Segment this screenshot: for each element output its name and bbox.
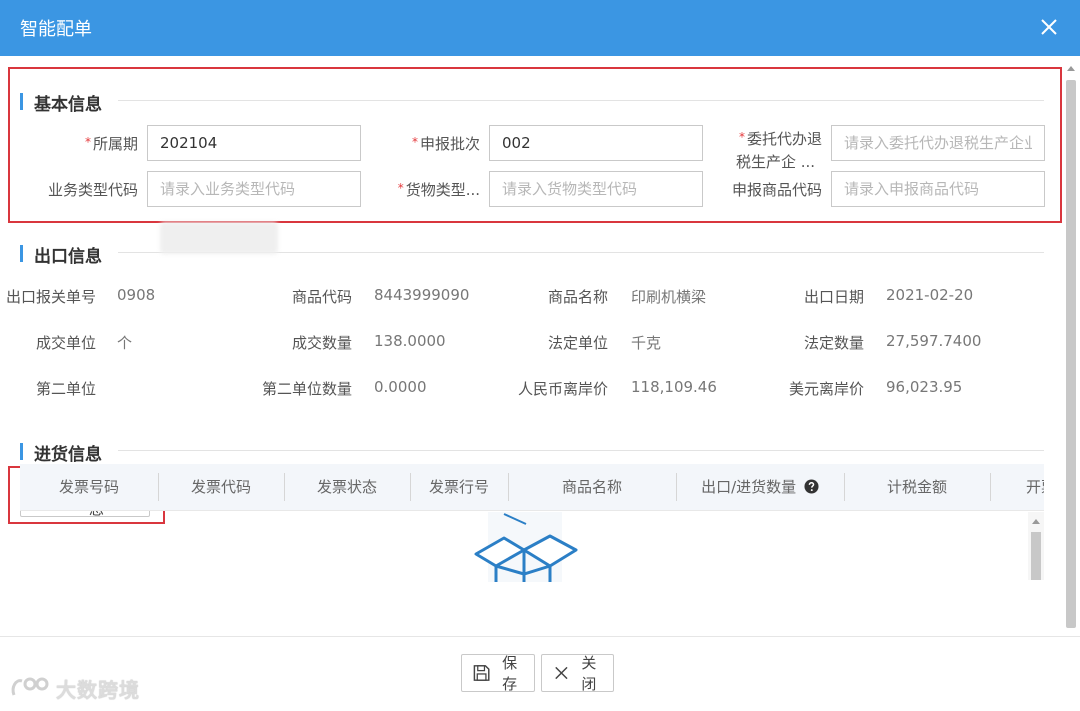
legal-qty-label: 法定数量 xyxy=(803,334,864,352)
second-unit-qty-value: 0.0000 xyxy=(374,378,427,396)
goods-code-label: 商品代码 xyxy=(291,288,352,306)
redacted-value xyxy=(160,222,278,254)
floppy-disk-icon xyxy=(473,665,490,681)
col-invoice-line[interactable]: 发票行号 xyxy=(410,464,508,510)
goods-name-value: 印刷机横梁 xyxy=(631,288,707,306)
goods-code-value: 8443999090 xyxy=(374,286,470,304)
col-goods-name[interactable]: 商品名称 xyxy=(508,464,676,510)
export-decl-no-value: 0908 xyxy=(117,286,156,304)
scroll-thumb[interactable] xyxy=(1031,532,1041,580)
scroll-up-icon[interactable] xyxy=(1032,519,1040,524)
scroll-thumb[interactable] xyxy=(1066,80,1076,628)
section-title-export: 出口信息 xyxy=(20,242,102,267)
export-decl-no-label: 出口报关单号 xyxy=(5,288,96,306)
col-taxable-amount[interactable]: 计税金额 xyxy=(844,464,990,510)
dialog-header: 智能配单 xyxy=(0,0,1080,56)
help-icon[interactable] xyxy=(804,479,819,494)
second-unit-qty-label: 第二单位数量 xyxy=(261,380,352,398)
empty-box-icon xyxy=(474,512,578,582)
table-divider xyxy=(20,510,1044,511)
col-invoice-number[interactable]: 发票号码 xyxy=(20,464,158,510)
col-invoice-code[interactable]: 发票代码 xyxy=(158,464,284,510)
rmb-fob-value: 118,109.46 xyxy=(631,378,717,396)
close-icon[interactable] xyxy=(1036,14,1062,40)
dialog-title: 智能配单 xyxy=(20,19,92,40)
watermark-logo xyxy=(11,677,49,696)
deal-unit-value: 个 xyxy=(117,334,133,352)
deal-unit-label: 成交单位 xyxy=(35,334,96,352)
deal-qty-value: 138.0000 xyxy=(374,332,446,350)
col-export-qty[interactable]: 出口/进货数量 xyxy=(676,464,844,510)
dialog-footer xyxy=(0,636,1080,711)
usd-fob-label: 美元离岸价 xyxy=(788,380,864,398)
col-issue-date[interactable]: 开票 xyxy=(990,464,1044,510)
scroll-up-icon[interactable] xyxy=(1067,66,1075,71)
save-button[interactable]: 保存 xyxy=(461,654,535,693)
highlight-basic-info xyxy=(8,67,1062,223)
second-unit-label: 第二单位 xyxy=(35,380,96,398)
legal-unit-label: 法定单位 xyxy=(547,334,608,352)
table-scrollbar[interactable] xyxy=(1028,512,1044,580)
section-divider xyxy=(118,450,1044,451)
invoice-table-header: 发票号码 发票代码 发票状态 发票行号 商品名称 出口/进货数量 计税金额 开票 xyxy=(20,464,1044,510)
watermark: 大数跨境 xyxy=(10,673,140,703)
col-invoice-status[interactable]: 发票状态 xyxy=(284,464,410,510)
rmb-fob-label: 人民币离岸价 xyxy=(517,380,608,398)
close-icon xyxy=(555,666,568,680)
usd-fob-value: 96,023.95 xyxy=(886,378,963,396)
deal-qty-label: 成交数量 xyxy=(291,334,352,352)
dialog-scrollbar[interactable] xyxy=(1064,62,1078,634)
legal-unit-value: 千克 xyxy=(631,334,662,352)
export-date-label: 出口日期 xyxy=(803,288,864,306)
section-title-purchase: 进货信息 xyxy=(20,440,102,465)
legal-qty-value: 27,597.7400 xyxy=(886,332,982,350)
close-button[interactable]: 关闭 xyxy=(541,654,614,693)
export-date-value: 2021-02-20 xyxy=(886,286,974,304)
goods-name-label: 商品名称 xyxy=(547,288,608,306)
